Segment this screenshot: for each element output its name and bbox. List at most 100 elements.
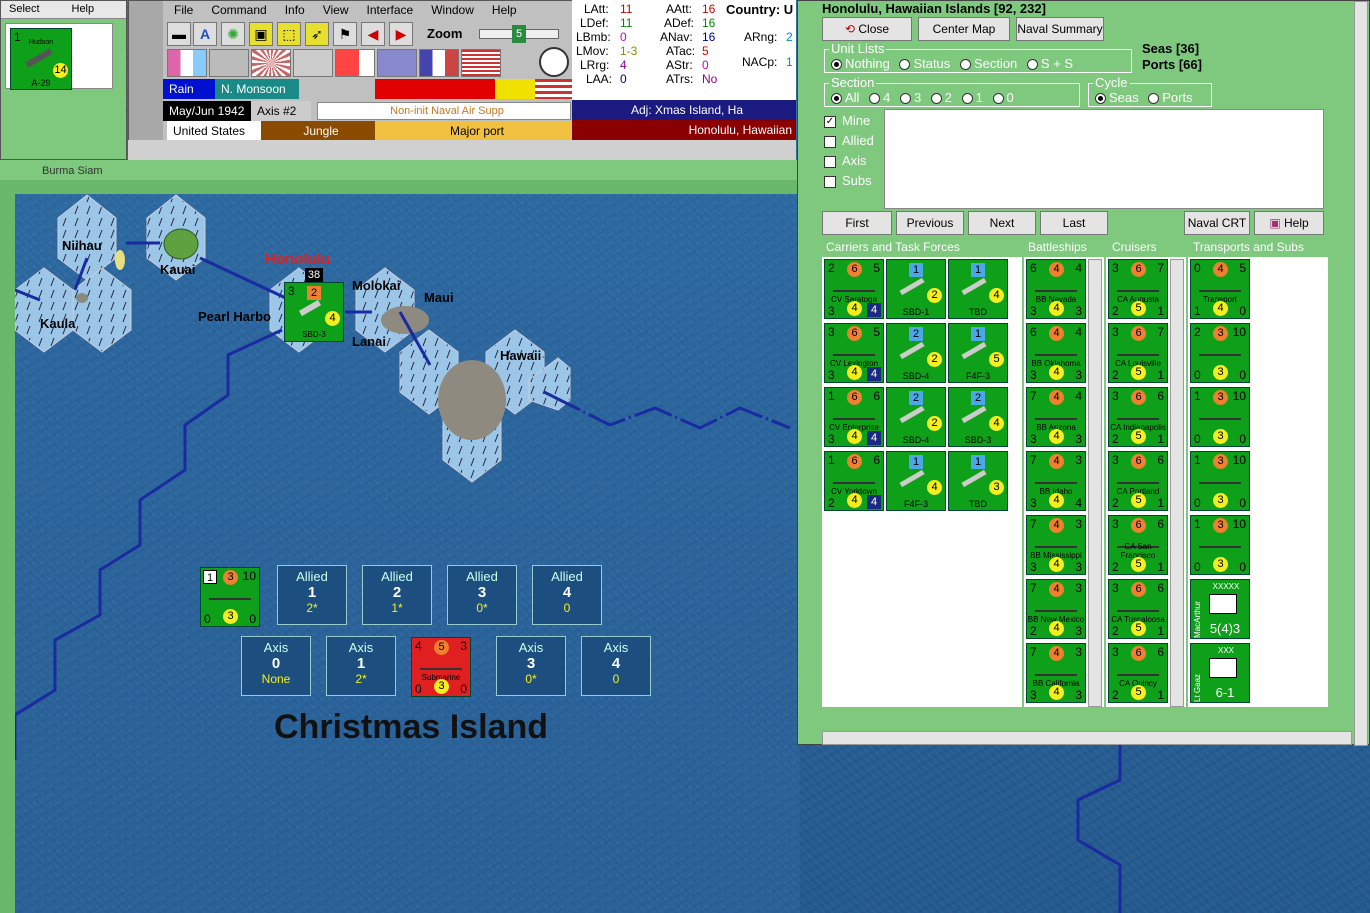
- unit-counter[interactable]: 1 3 10 0 3 0: [1190, 515, 1250, 575]
- axis-section-3[interactable]: Axis 3 0*: [496, 636, 566, 696]
- tank-icon[interactable]: ▬: [167, 22, 191, 46]
- flag-icon[interactable]: [377, 49, 417, 77]
- menu-help[interactable]: Help: [483, 1, 526, 19]
- pointer-icon[interactable]: ➶: [305, 22, 329, 46]
- unit-counter[interactable]: 2 3 10 0 3 0: [1190, 323, 1250, 383]
- air-unit-counter[interactable]: 2 2 SBD-4: [886, 387, 946, 447]
- radio-3[interactable]: [899, 93, 911, 105]
- unit-counter[interactable]: 3 6 7 CA Louisville 2 5 1: [1108, 323, 1168, 383]
- zoom-slider[interactable]: 5: [479, 25, 559, 43]
- unit-counter[interactable]: 7 4 3 BB California 3 4 3: [1026, 643, 1086, 703]
- radio-1[interactable]: [961, 93, 973, 105]
- radio-all[interactable]: [831, 93, 842, 105]
- unit-counter[interactable]: 6 4 4 BB Oklahoma 3 4 3: [1026, 323, 1086, 383]
- axis-section-0[interactable]: Axis 0 None: [241, 636, 311, 696]
- radio-4[interactable]: [869, 93, 881, 105]
- last-button[interactable]: Last: [1040, 211, 1108, 235]
- cruisers-scrollbar[interactable]: [1170, 259, 1184, 707]
- usa-flag-icon[interactable]: [461, 49, 501, 77]
- unit-counter[interactable]: 0 4 5 Transport 1 4 0: [1190, 259, 1250, 319]
- allied-checkbox[interactable]: [824, 135, 836, 148]
- font-a-icon[interactable]: A: [193, 22, 217, 46]
- zoom-thumb[interactable]: 5: [512, 25, 526, 43]
- air-unit-counter[interactable]: 2 2 SBD-4: [886, 323, 946, 383]
- unit-counter[interactable]: 7 4 4 BB Arizona 3 4 3: [1026, 387, 1086, 447]
- menu-help[interactable]: Help: [64, 1, 127, 18]
- radio-ports[interactable]: [1148, 93, 1160, 105]
- naval-crt-button[interactable]: Naval CRT: [1184, 211, 1250, 235]
- radio-0[interactable]: [992, 93, 1004, 105]
- menu-file[interactable]: File: [165, 1, 202, 19]
- menu-info[interactable]: Info: [276, 1, 314, 19]
- mine-checkbox[interactable]: ✓: [824, 115, 836, 128]
- allied-section-2[interactable]: Allied 2 1*: [362, 565, 432, 625]
- center-map-button[interactable]: Center Map: [918, 17, 1010, 41]
- next-button[interactable]: Next: [968, 211, 1036, 235]
- grid-icon[interactable]: ▣: [249, 22, 273, 46]
- battleships-scrollbar[interactable]: [1088, 259, 1102, 707]
- select-icon[interactable]: ⬚: [277, 22, 301, 46]
- allied-section-1[interactable]: Allied 1 2*: [277, 565, 347, 625]
- air-unit-counter[interactable]: 1 4 F4F-3: [886, 451, 946, 511]
- unit-counter[interactable]: 7 4 3 BB New Mexico 2 4 3: [1026, 579, 1086, 639]
- menu-command[interactable]: Command: [202, 1, 275, 19]
- axis-submarine-counter[interactable]: 4 5 3 Submarine 0 3 0: [411, 637, 471, 697]
- sea-counter[interactable]: 1 3 10 0 3 0: [200, 567, 260, 627]
- unit-counter[interactable]: 1 6 6 CV Enterprise 3 4 4: [824, 387, 884, 447]
- unit-counter[interactable]: 3 6 6 CA Portland 2 5 1: [1108, 451, 1168, 511]
- mission-field[interactable]: Non-init Naval Air Supp: [317, 102, 571, 120]
- menu-interface[interactable]: Interface: [358, 1, 423, 19]
- allied-section-3[interactable]: Allied 3 0*: [447, 565, 517, 625]
- unit-counter[interactable]: 1 3 10 0 3 0: [1190, 451, 1250, 511]
- air-unit-counter[interactable]: 1 2 SBD-1: [886, 259, 946, 319]
- unit-counter[interactable]: 1 3 10 0 3 0: [1190, 387, 1250, 447]
- menu-select[interactable]: Select: [1, 1, 64, 18]
- radio-section[interactable]: [959, 59, 971, 71]
- target-icon[interactable]: [539, 47, 569, 77]
- radio-status[interactable]: [899, 59, 911, 71]
- flag-icon[interactable]: [419, 49, 459, 77]
- flag-icon[interactable]: [167, 49, 207, 77]
- selected-unit-counter[interactable]: 1 Hudson 14 A-29: [10, 28, 72, 90]
- arrow-right-icon[interactable]: ▶: [389, 22, 413, 46]
- unit-counter[interactable]: 3 6 6 CA Quincy 2 5 1: [1108, 643, 1168, 703]
- flag-icon[interactable]: [335, 49, 375, 77]
- first-button[interactable]: First: [822, 211, 892, 235]
- axis-checkbox[interactable]: [824, 155, 836, 168]
- land-unit-counter[interactable]: MacArthur XXXXX 5(4)3: [1190, 579, 1250, 639]
- unit-counter[interactable]: 7 4 3 BB Mississippi 3 4 3: [1026, 515, 1086, 575]
- air-unit-counter[interactable]: 2 4 SBD-3: [948, 387, 1008, 447]
- unit-counter[interactable]: 3 6 5 CV Lexington 3 4 4: [824, 323, 884, 383]
- flag-icon[interactable]: [251, 49, 291, 77]
- naval-summary-button[interactable]: Naval Summary: [1016, 17, 1104, 41]
- axis-section-4[interactable]: Axis 4 0: [581, 636, 651, 696]
- unit-counter[interactable]: 6 4 4 BB Nevada 3 4 3: [1026, 259, 1086, 319]
- allied-section-4[interactable]: Allied 4 0: [532, 565, 602, 625]
- subs-checkbox[interactable]: [824, 175, 836, 188]
- air-unit-counter[interactable]: 1 3 TBD: [948, 451, 1008, 511]
- unit-counter[interactable]: 3 6 6 CA Tuscaloosa 2 5 1: [1108, 579, 1168, 639]
- unit-counter[interactable]: 2 6 5 CV Saratoga 3 4 4: [824, 259, 884, 319]
- gear-icon[interactable]: ✺: [221, 22, 245, 46]
- unit-counter[interactable]: 1 6 6 CV Yorktown 2 4 4: [824, 451, 884, 511]
- arrow-left-icon[interactable]: ◀: [361, 22, 385, 46]
- close-button[interactable]: ⟲ Close: [822, 17, 912, 41]
- flag-icon[interactable]: ⚑: [333, 22, 357, 46]
- radio-2[interactable]: [930, 93, 942, 105]
- unit-counter[interactable]: 3 6 6 CA Indianapolis 2 5 1: [1108, 387, 1168, 447]
- toolbar-scrollbar[interactable]: [128, 140, 796, 160]
- flag-icon[interactable]: [293, 49, 333, 77]
- unit-counter[interactable]: 3 6 7 CA Augusta 2 5 1: [1108, 259, 1168, 319]
- radio-s-plus-s[interactable]: [1026, 59, 1038, 71]
- map-counter-sbd3[interactable]: 3 2 4 SBD-3: [284, 282, 344, 342]
- axis-section-1[interactable]: Axis 1 2*: [326, 636, 396, 696]
- air-unit-counter[interactable]: 1 4 TBD: [948, 259, 1008, 319]
- flag-icon[interactable]: [209, 49, 249, 77]
- radio-seas[interactable]: [1095, 93, 1106, 105]
- naval-scrollbar[interactable]: [1354, 1, 1368, 746]
- unit-counter[interactable]: 3 6 6 CA San Francisco 2 5 1: [1108, 515, 1168, 575]
- radio-nothing[interactable]: [831, 59, 842, 71]
- carriers-column[interactable]: 2 6 5 CV Saratoga 3 4 4 1 2 SBD-1 1 4 TBD 3 6 5 CV Lexin…: [822, 257, 1022, 707]
- help-button[interactable]: ▣ Help: [1254, 211, 1324, 235]
- menu-view[interactable]: View: [314, 1, 358, 19]
